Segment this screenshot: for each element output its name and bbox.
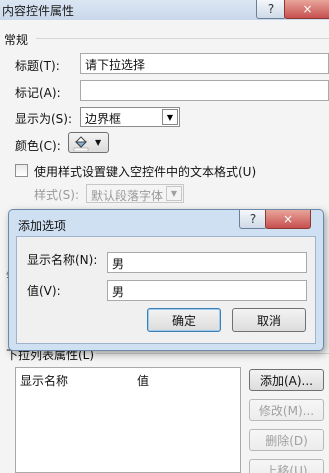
cancel-button[interactable]: 取消 xyxy=(232,308,306,332)
question-mark-icon: ? xyxy=(249,212,257,226)
close-button[interactable]: × xyxy=(284,0,329,19)
value-label: 值(V): xyxy=(27,284,61,298)
add-button[interactable]: 添加(A)... xyxy=(249,369,324,391)
show-as-select[interactable]: 边界框 ▼ xyxy=(80,107,180,127)
add-option-dialog: 添加选项 ? × 显示名称(N): 男 值(V): 男 确定 取消 xyxy=(8,209,324,351)
dialog-close-button[interactable]: × xyxy=(265,210,311,229)
triangle-down-icon: ▼ xyxy=(95,138,102,147)
column-header-value: 值 xyxy=(137,374,150,388)
tag-label: 标记(A): xyxy=(15,86,61,100)
display-name-label: 显示名称(N): xyxy=(27,253,98,267)
display-name-input[interactable]: 男 xyxy=(107,252,307,273)
style-checkbox[interactable] xyxy=(15,164,28,177)
show-as-label: 显示为(S): xyxy=(15,112,73,126)
style-value: 默认段落字体 xyxy=(91,189,164,203)
color-picker-button[interactable]: ▼ xyxy=(68,132,109,153)
style-select[interactable]: 默认段落字体 ▼ xyxy=(86,184,184,203)
paint-bucket-icon xyxy=(73,135,89,151)
general-group-label: 常规 xyxy=(4,33,29,47)
close-icon: × xyxy=(302,2,313,16)
group-divider xyxy=(96,353,329,354)
question-mark-icon: ? xyxy=(267,2,275,16)
value-input[interactable]: 男 xyxy=(107,280,307,301)
ok-button[interactable]: 确定 xyxy=(147,308,221,332)
dialog-help-button[interactable]: ? xyxy=(239,210,267,229)
title-label: 标题(T): xyxy=(15,59,60,73)
show-as-value: 边界框 xyxy=(85,112,122,126)
style-checkbox-label: 使用样式设置键入空控件中的文本格式(U) xyxy=(34,165,257,179)
triangle-down-icon: ▼ xyxy=(162,109,178,125)
dialog-title: 添加选项 xyxy=(18,219,67,233)
help-button[interactable]: ? xyxy=(256,0,286,19)
color-label: 颜色(C): xyxy=(15,139,61,153)
move-up-button[interactable]: 上移(U) xyxy=(249,459,324,473)
group-divider xyxy=(36,38,329,39)
style-label: 样式(S): xyxy=(34,188,80,202)
tag-input[interactable] xyxy=(80,80,329,101)
dialog-client-area: 显示名称(N): 男 值(V): 男 确定 取消 xyxy=(16,236,316,344)
dropdown-options-table[interactable]: 显示名称 值 xyxy=(15,367,241,473)
title-input[interactable]: 请下拉选择 xyxy=(80,53,329,74)
column-header-display-name: 显示名称 xyxy=(20,374,69,388)
window-title: 内容控件属性 xyxy=(2,4,75,18)
window-titlebar[interactable]: 内容控件属性 ? × xyxy=(0,0,329,20)
delete-button[interactable]: 删除(D) xyxy=(249,429,324,451)
modify-button[interactable]: 修改(M)... xyxy=(249,399,324,421)
triangle-down-icon: ▼ xyxy=(166,186,182,201)
close-icon: × xyxy=(282,212,294,226)
